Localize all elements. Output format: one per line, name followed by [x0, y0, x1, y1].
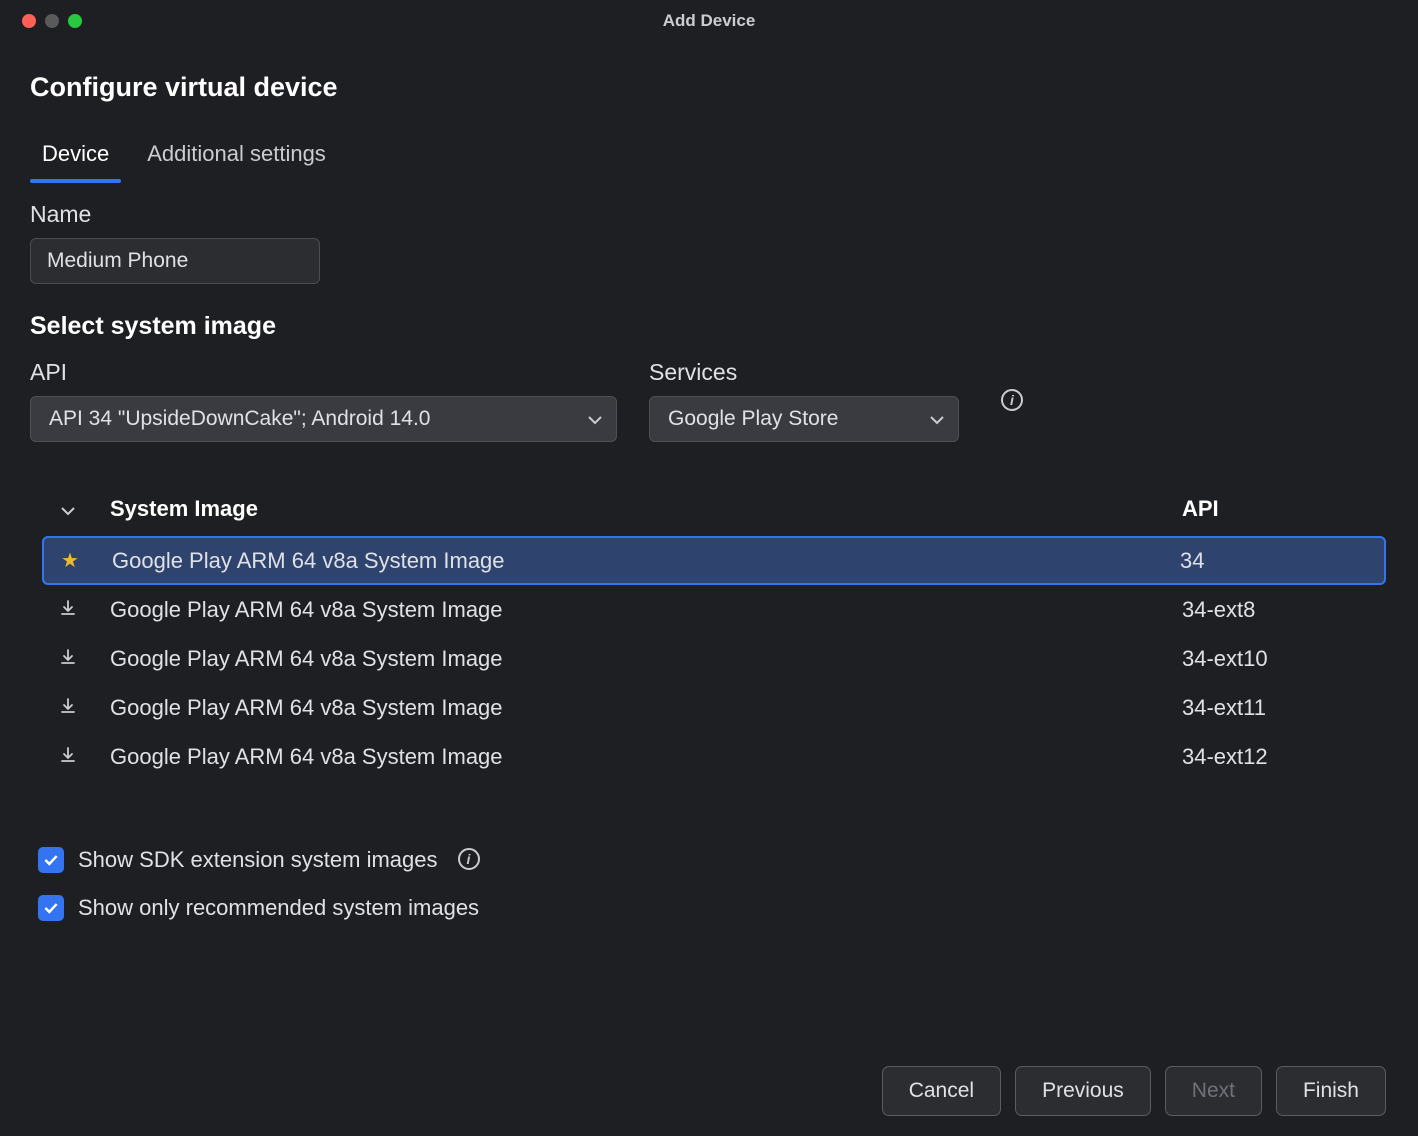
table-row[interactable]: Google Play ARM 64 v8a System Image34-ex… [42, 634, 1386, 683]
column-header-api[interactable]: API [1182, 496, 1382, 522]
info-icon[interactable]: i [1001, 389, 1023, 411]
table-row[interactable]: ★ Google Play ARM 64 v8a System Image34 [42, 536, 1386, 585]
services-select-value: Google Play Store [668, 407, 838, 431]
download-icon[interactable] [59, 744, 77, 770]
star-icon: ★ [61, 548, 79, 573]
row-system-image-name: Google Play ARM 64 v8a System Image [90, 695, 1182, 721]
api-select-value: API 34 "UpsideDownCake"; Android 14.0 [49, 407, 430, 431]
chevron-down-icon [930, 407, 944, 431]
name-label: Name [30, 201, 1386, 228]
page-heading: Configure virtual device [30, 72, 1386, 103]
cancel-button[interactable]: Cancel [882, 1066, 1001, 1116]
chevron-down-icon [588, 407, 602, 431]
table-row[interactable]: Google Play ARM 64 v8a System Image34-ex… [42, 732, 1386, 781]
services-select[interactable]: Google Play Store [649, 396, 959, 442]
row-api: 34-ext8 [1182, 597, 1382, 623]
window-title: Add Device [0, 11, 1418, 31]
checkbox-label-recommended: Show only recommended system images [78, 895, 479, 921]
table-header: System Image API [42, 490, 1386, 536]
checkbox-label-sdk-extension: Show SDK extension system images [78, 847, 438, 873]
row-api: 34-ext12 [1182, 744, 1382, 770]
row-api: 34-ext10 [1182, 646, 1382, 672]
api-label: API [30, 359, 617, 386]
info-icon[interactable]: i [458, 848, 480, 870]
column-header-system-image[interactable]: System Image [90, 496, 1182, 522]
table-row[interactable]: Google Play ARM 64 v8a System Image34-ex… [42, 683, 1386, 732]
row-api: 34 [1180, 548, 1380, 574]
previous-button[interactable]: Previous [1015, 1066, 1151, 1116]
row-system-image-name: Google Play ARM 64 v8a System Image [90, 646, 1182, 672]
titlebar: Add Device [0, 0, 1418, 42]
select-system-image-heading: Select system image [30, 312, 1386, 341]
download-icon[interactable] [59, 695, 77, 721]
name-input[interactable] [30, 238, 320, 284]
services-label: Services [649, 359, 959, 386]
row-system-image-name: Google Play ARM 64 v8a System Image [90, 597, 1182, 623]
row-system-image-name: Google Play ARM 64 v8a System Image [92, 548, 1180, 574]
checkbox-show-sdk-extension[interactable] [38, 847, 64, 873]
next-button: Next [1165, 1066, 1262, 1116]
tab-additional-settings[interactable]: Additional settings [145, 135, 328, 173]
row-api: 34-ext11 [1182, 695, 1382, 721]
api-select[interactable]: API 34 "UpsideDownCake"; Android 14.0 [30, 396, 617, 442]
download-icon[interactable] [59, 646, 77, 672]
row-system-image-name: Google Play ARM 64 v8a System Image [90, 744, 1182, 770]
collapse-icon[interactable] [61, 496, 75, 522]
checkbox-show-recommended[interactable] [38, 895, 64, 921]
finish-button[interactable]: Finish [1276, 1066, 1386, 1116]
table-row[interactable]: Google Play ARM 64 v8a System Image34-ex… [42, 585, 1386, 634]
download-icon[interactable] [59, 597, 77, 623]
tab-device[interactable]: Device [40, 135, 111, 173]
